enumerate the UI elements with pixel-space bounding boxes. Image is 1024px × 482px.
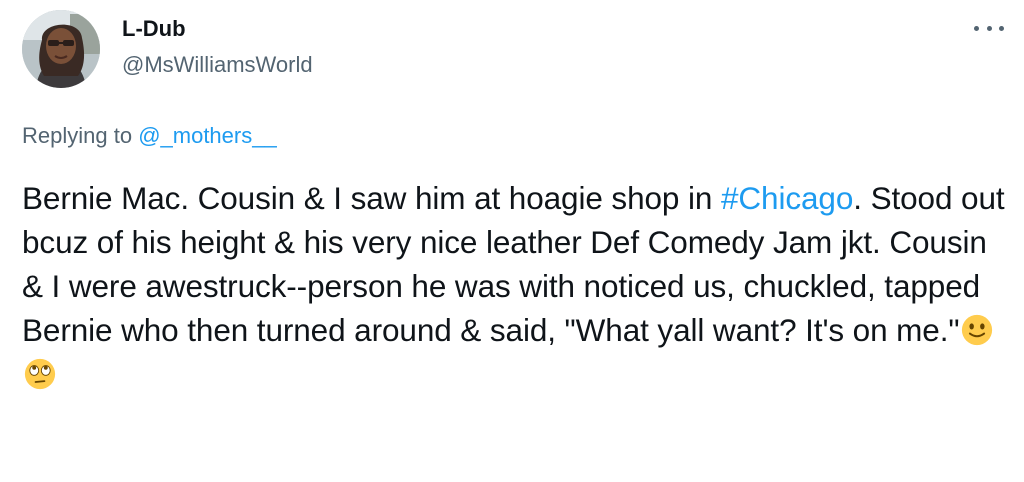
slightly-smiling-face-icon <box>962 314 993 346</box>
tweet-text-part1: Bernie Mac. Cousin & I saw him at hoagie… <box>22 180 721 216</box>
avatar[interactable] <box>22 10 100 88</box>
face-with-rolling-eyes-icon <box>24 358 56 390</box>
replying-prefix: Replying to <box>22 123 139 148</box>
more-dot <box>999 25 1004 31</box>
tweet-text: Bernie Mac. Cousin & I saw him at hoagie… <box>22 176 1007 396</box>
tweet-card: L-Dub @MsWilliamsWorld Replying to @_mot… <box>0 0 1024 482</box>
avatar-photo <box>22 10 100 88</box>
author-name[interactable]: L-Dub <box>122 16 186 42</box>
replying-to: Replying to @_mothers__ <box>22 122 277 150</box>
more-dot <box>974 25 979 31</box>
reply-mention-link[interactable]: @_mothers__ <box>138 123 277 148</box>
author-handle[interactable]: @MsWilliamsWorld <box>122 52 313 78</box>
more-options-icon[interactable] <box>974 18 1004 38</box>
more-dot <box>986 25 992 31</box>
hashtag-link[interactable]: #Chicago <box>721 180 853 216</box>
